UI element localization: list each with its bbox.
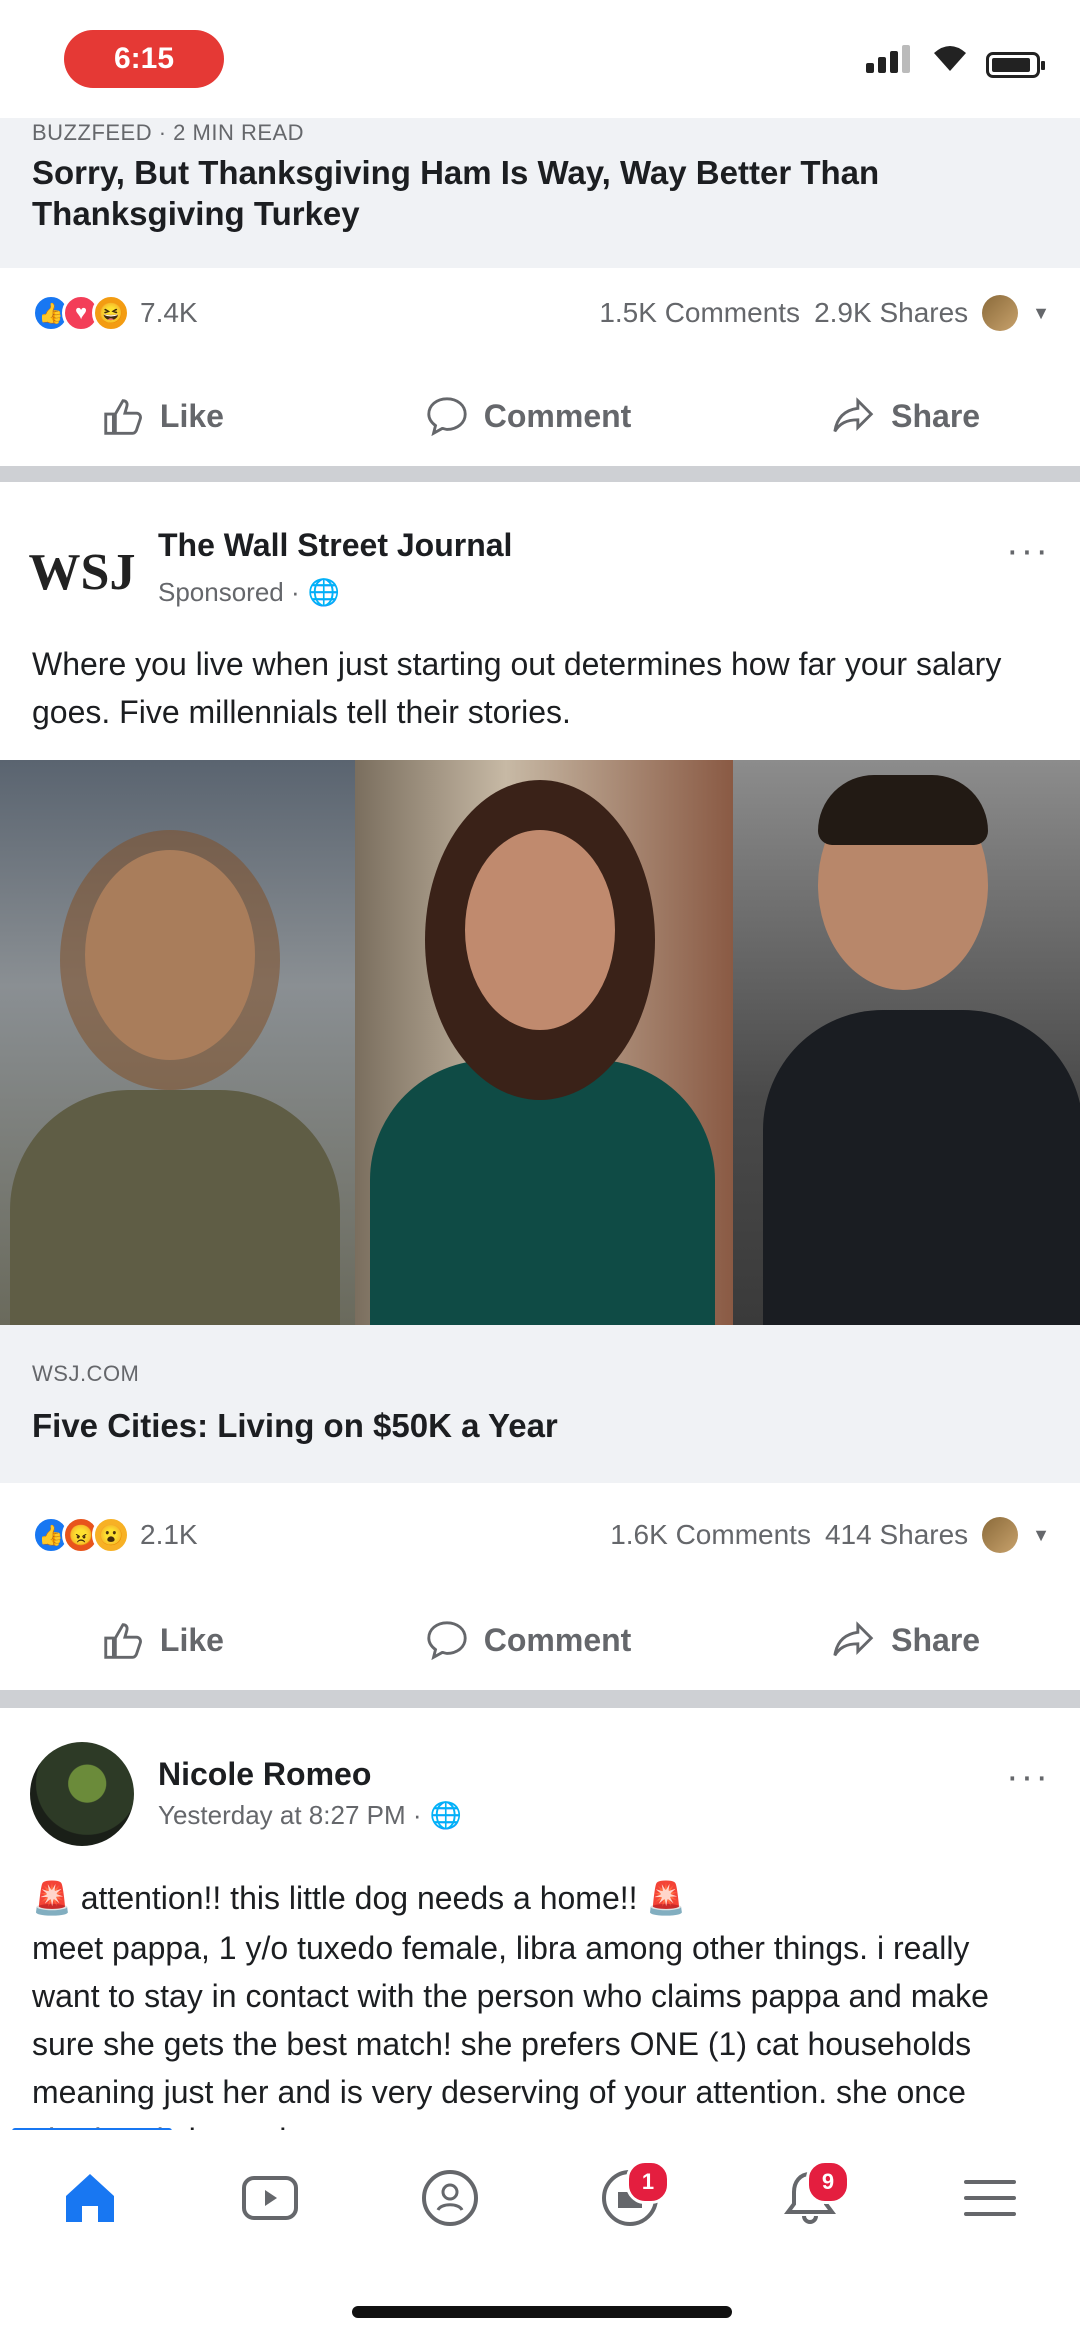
sponsored-label[interactable]: Sponsored · — [158, 577, 300, 608]
nav-notifications[interactable]: 9 — [750, 2148, 870, 2248]
nav-menu[interactable] — [930, 2148, 1050, 2248]
reaction-icons[interactable]: 👍 😠 😮 2.1K — [32, 1516, 198, 1554]
feed-divider — [0, 466, 1080, 482]
wow-reaction-icon: 😮 — [92, 1516, 130, 1554]
comment-button[interactable]: Comment — [424, 1617, 632, 1663]
nav-home[interactable] — [30, 2148, 150, 2248]
comment-button[interactable]: Comment — [424, 393, 632, 439]
notifications-badge: 9 — [806, 2159, 850, 2204]
post-actions: Like Comment Share — [0, 366, 1080, 466]
shares-count[interactable]: 414 Shares — [825, 1519, 968, 1551]
home-indicator[interactable] — [352, 2306, 732, 2318]
post-author[interactable]: Nicole Romeo — [158, 1756, 371, 1793]
post-meta: Yesterday at 8:27 PM · 🌐 — [158, 1800, 462, 1831]
more-options-icon[interactable]: ··· — [1006, 1756, 1050, 1799]
bottom-nav: 1 9 — [0, 2130, 1080, 2265]
link-source: BUZZFEED · 2 MIN READ — [32, 120, 305, 145]
photo-woman-2 — [355, 760, 733, 1325]
alarm-icon: 🚨 — [32, 1880, 72, 1916]
link-source: WSJ.COM — [32, 1361, 140, 1386]
comment-icon — [427, 1621, 467, 1661]
thumbs-up-icon — [104, 1623, 142, 1659]
post-photo[interactable] — [0, 760, 1080, 1325]
author-avatar[interactable] — [30, 1742, 134, 1846]
nav-marketplace[interactable]: 1 — [570, 2148, 690, 2248]
like-label: Like — [159, 397, 224, 434]
reactions-row: 👍 😠 😮 2.1K 1.6K Comments 414 Shares ▼ — [0, 1500, 1080, 1570]
viewer-avatar[interactable] — [982, 295, 1019, 331]
status-bar: 6:15 — [0, 0, 1080, 118]
wifi-icon — [930, 43, 970, 78]
signal-icon — [866, 45, 914, 78]
more-options-icon[interactable]: ··· — [1006, 530, 1050, 573]
post-actions: Like Comment Share — [0, 1590, 1080, 1690]
nav-watch[interactable] — [210, 2148, 330, 2248]
home-icon — [66, 2173, 114, 2222]
post-text-line1: 🚨 attention!! this little dog needs a ho… — [32, 1874, 1042, 1922]
like-label: Like — [159, 1621, 224, 1658]
groups-icon — [422, 2169, 478, 2226]
feed-divider — [0, 1690, 1080, 1708]
post-text: meet pappa, 1 y/o tuxedo female, libra a… — [32, 1930, 989, 2130]
post-text-headline: attention!! this little dog needs a home… — [80, 1880, 638, 1916]
post-author[interactable]: The Wall Street Journal — [158, 527, 512, 564]
reactions-row: 👍 ♥ 😆 7.4K 1.5K Comments 2.9K Shares ▼ — [0, 278, 1080, 348]
comment-icon — [427, 397, 467, 437]
like-button[interactable]: Like — [100, 1617, 224, 1663]
link-preview-card[interactable]: BUZZFEED · 2 MIN READ Sorry, But Thanksg… — [0, 118, 1080, 268]
share-button[interactable]: Share — [831, 1617, 980, 1663]
thumbs-up-icon — [104, 399, 142, 435]
photo-man — [733, 760, 1080, 1325]
comment-label: Comment — [483, 1621, 632, 1658]
globe-icon: 🌐 — [307, 577, 341, 607]
comments-count[interactable]: 1.5K Comments — [599, 297, 800, 329]
reactions-count[interactable]: 7.4K — [140, 297, 198, 329]
post-timestamp[interactable]: Yesterday at 8:27 PM · — [158, 1800, 422, 1831]
chevron-down-icon[interactable]: ▼ — [1032, 303, 1050, 324]
share-button[interactable]: Share — [831, 393, 980, 439]
post-meta: Sponsored · 🌐 — [158, 577, 340, 608]
share-label: Share — [891, 397, 981, 434]
share-icon — [833, 1621, 874, 1657]
post-text: Where you live when just starting out de… — [32, 646, 1002, 730]
marketplace-badge: 1 — [626, 2159, 670, 2204]
photo-woman-1 — [0, 760, 355, 1325]
menu-icon — [964, 2179, 1016, 2216]
watch-icon — [242, 2175, 298, 2220]
nav-groups[interactable] — [390, 2148, 510, 2248]
comments-count[interactable]: 1.6K Comments — [610, 1519, 811, 1551]
link-preview-card[interactable]: WSJ.COM Five Cities: Living on $50K a Ye… — [0, 1325, 1080, 1483]
globe-icon: 🌐 — [429, 1800, 462, 1830]
battery-icon — [986, 52, 1045, 78]
reaction-icons[interactable]: 👍 ♥ 😆 7.4K — [32, 294, 198, 332]
like-button[interactable]: Like — [100, 393, 224, 439]
share-label: Share — [891, 1621, 981, 1658]
shares-count[interactable]: 2.9K Shares — [814, 297, 968, 329]
reactions-count[interactable]: 2.1K — [140, 1519, 198, 1551]
status-time: 6:15 — [64, 30, 224, 88]
chevron-down-icon[interactable]: ▼ — [1032, 1525, 1050, 1546]
haha-reaction-icon: 😆 — [92, 294, 130, 332]
comment-label: Comment — [483, 397, 632, 434]
alarm-icon: 🚨 — [646, 1880, 687, 1916]
viewer-avatar[interactable] — [982, 1517, 1019, 1553]
share-icon — [833, 397, 874, 433]
link-title[interactable]: Five Cities: Living on $50K a Year — [32, 1405, 558, 1446]
link-title[interactable]: Sorry, But Thanksgiving Ham Is Way, Way … — [32, 152, 1032, 234]
wsj-avatar[interactable]: WSJ — [29, 520, 136, 624]
status-icons — [866, 43, 1045, 78]
